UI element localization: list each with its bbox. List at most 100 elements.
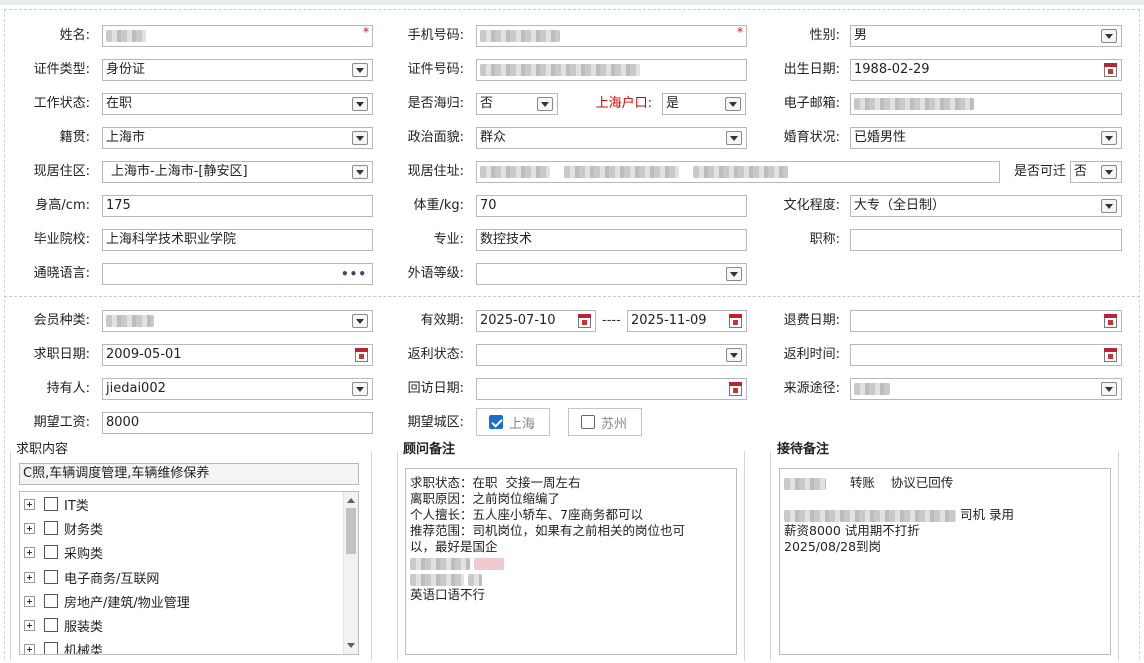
source-select[interactable] [850,378,1122,400]
scroll-up-icon[interactable] [347,498,355,503]
consultant-notes-textarea[interactable]: 求职状态：在职 交接一周左右 离职原因：之前岗位缩编了 个人擅长：五人座小轿车、… [405,468,737,655]
calendar-icon[interactable] [729,314,742,328]
relocate-select[interactable]: 否 [1070,161,1122,183]
language-picker[interactable]: ••• [102,263,373,285]
district-select[interactable]: 上海市-上海市-[静安区] [102,161,373,183]
expand-icon[interactable] [24,498,35,510]
chevron-down-icon[interactable] [352,63,368,77]
email-input[interactable] [850,93,1122,115]
foreign-level-select[interactable] [476,263,747,285]
job-title-input[interactable] [850,229,1122,251]
reception-panel-border [1118,451,1119,661]
refund-date-input[interactable] [850,310,1122,332]
masked-value [106,29,146,42]
validity-label: 有效期: [420,313,464,328]
address-input[interactable] [476,161,1000,183]
checkbox-icon[interactable] [44,570,58,584]
chevron-down-icon[interactable] [1101,165,1117,179]
checkbox-icon[interactable] [44,497,58,511]
chevron-down-icon[interactable] [726,131,742,145]
checkbox-icon[interactable] [44,594,58,608]
expand-icon[interactable] [24,522,35,534]
name-input[interactable]: * [102,25,373,47]
expand-icon[interactable] [24,571,35,583]
overseas-select[interactable]: 否 [476,93,558,115]
chevron-down-icon[interactable] [352,314,368,328]
tree-item[interactable]: 房地产/建筑/物业管理 [24,591,190,611]
idtype-select[interactable]: 身份证 [102,59,373,81]
marital-select[interactable]: 已婚男性 [850,127,1122,149]
chevron-down-icon[interactable] [352,165,368,179]
tree-item[interactable]: 机械类 [24,639,103,654]
rebate-status-select[interactable] [476,344,747,366]
calendar-icon[interactable] [578,314,591,328]
checkbox-icon[interactable] [44,521,58,535]
education-select[interactable]: 大专（全日制） [850,195,1122,217]
calendar-icon[interactable] [1104,314,1117,328]
job-category-tree[interactable]: IT类 财务类 采购类 电子商务/互联网 房地产/建筑/物业管理 服装类 机械类 [19,491,359,655]
valid-from-value: 2025-07-10 [480,313,556,328]
expand-icon[interactable] [24,546,35,558]
tree-item[interactable]: 采购类 [24,542,103,562]
chevron-down-icon[interactable] [726,267,742,281]
school-input[interactable]: 上海科学技术职业学院 [102,229,373,251]
tree-item[interactable]: 财务类 [24,518,103,538]
valid-to-input[interactable]: 2025-11-09 [627,310,747,332]
chevron-down-icon[interactable] [1101,131,1117,145]
weight-input[interactable]: 70 [476,195,747,217]
phone-input[interactable]: * [476,25,747,47]
native-place-select[interactable]: 上海市 [102,127,373,149]
height-input[interactable]: 175 [102,195,373,217]
chevron-down-icon[interactable] [352,131,368,145]
chevron-down-icon[interactable] [726,348,742,362]
member-type-select[interactable] [102,310,373,332]
chevron-down-icon[interactable] [352,382,368,396]
chevron-down-icon[interactable] [725,97,741,111]
job-panel-border [10,451,11,661]
chevron-down-icon[interactable] [1101,199,1117,213]
idno-input[interactable] [476,59,747,81]
birth-date-input[interactable]: 1988-02-29 [850,59,1122,81]
checkbox-icon[interactable] [44,642,58,654]
rebate-time-input[interactable] [850,344,1122,366]
reception-notes-textarea[interactable]: 转账 协议已回传 司机 录用 薪资8000 试用期不打折 2025/08/28到… [779,468,1111,655]
note-line: 离职原因：之前岗位缩编了 [410,491,561,506]
chevron-down-icon[interactable] [537,97,553,111]
calendar-icon[interactable] [355,348,368,362]
city-option-shanghai[interactable]: 上海 [476,408,550,436]
tree-item[interactable]: 服装类 [24,615,103,635]
scroll-thumb[interactable] [346,508,356,554]
note-line: 转账 [849,475,875,490]
tree-item[interactable]: 电子商务/互联网 [24,567,159,587]
checkbox-checked-icon[interactable] [489,415,503,429]
calendar-icon[interactable] [729,382,742,396]
chevron-down-icon[interactable] [1101,382,1117,396]
gender-select[interactable]: 男 [850,25,1122,47]
scroll-down-icon[interactable] [347,643,355,648]
major-input[interactable]: 数控技术 [476,229,747,251]
tree-scrollbar[interactable] [343,492,358,654]
checkbox-icon[interactable] [44,545,58,559]
masked-value [473,557,504,570]
expand-icon[interactable] [24,643,35,654]
expand-icon[interactable] [24,619,35,631]
holder-select[interactable]: jiedai002 [102,378,373,400]
chevron-down-icon[interactable] [352,97,368,111]
checkbox-icon[interactable] [44,618,58,632]
calendar-icon[interactable] [1104,348,1117,362]
salary-input[interactable]: 8000 [102,412,373,434]
more-icon[interactable]: ••• [341,264,367,284]
job-date-input[interactable]: 2009-05-01 [102,344,373,366]
visit-date-input[interactable] [476,378,747,400]
hukou-select[interactable]: 是 [662,93,746,115]
checkbox-icon[interactable] [581,415,595,429]
city-option-suzhou[interactable]: 苏州 [568,408,642,436]
valid-from-input[interactable]: 2025-07-10 [476,310,596,332]
political-select[interactable]: 群众 [476,127,747,149]
expand-icon[interactable] [24,595,35,607]
calendar-icon[interactable] [1104,63,1117,77]
work-status-select[interactable]: 在职 [102,93,373,115]
tree-item[interactable]: IT类 [24,494,89,514]
chevron-down-icon[interactable] [1101,29,1117,43]
work-status-value: 在职 [106,96,133,111]
